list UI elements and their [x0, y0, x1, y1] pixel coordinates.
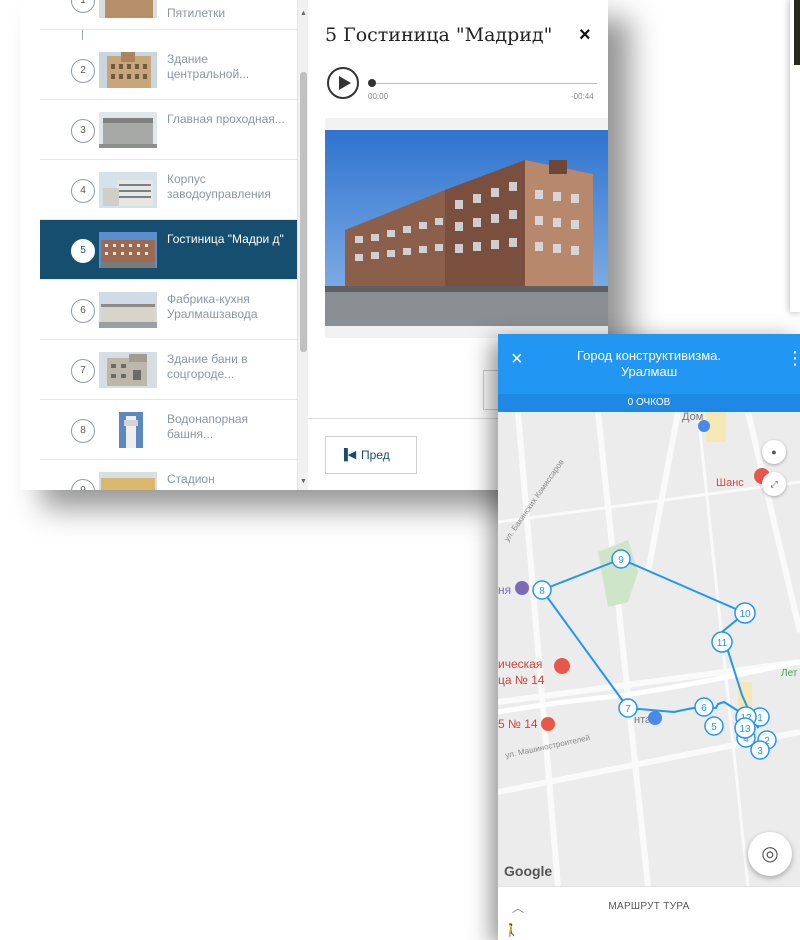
- more-menu-icon[interactable]: ⋮: [786, 348, 800, 369]
- stop-thumbnail: [99, 232, 157, 268]
- prev-button-label: Пред: [361, 448, 390, 462]
- score-badge: 0 ОЧКОВ: [498, 394, 800, 412]
- list-item-stop-4[interactable]: 4 Корпус заводоуправления: [40, 160, 297, 220]
- list-item-stop-3[interactable]: 3 Главная проходная...: [40, 100, 297, 160]
- svg-text:3: 3: [757, 746, 763, 757]
- stop-thumbnail: [99, 292, 157, 328]
- stop-number-badge: 9: [71, 479, 95, 490]
- stop-thumbnail: [99, 172, 157, 208]
- svg-text:10: 10: [739, 609, 751, 620]
- stop-thumbnail: [99, 0, 157, 18]
- stop-thumbnail: [99, 52, 157, 88]
- stop-number-badge: 8: [71, 419, 95, 443]
- list-item-stop-1[interactable]: 1 Пятилетки: [40, 0, 297, 30]
- stop-number-badge: 6: [71, 299, 95, 323]
- stop-number-badge: 2: [71, 59, 95, 83]
- stop-label: Водонапорная башня...: [167, 412, 249, 441]
- map-view[interactable]: ул. Бакинских Комиссаров ул. Машинострои…: [498, 412, 800, 886]
- audio-remaining-time: -00:44: [571, 92, 594, 101]
- stop-label: Здание центральной...: [167, 52, 250, 81]
- stop-label: Пятилетки: [167, 6, 226, 20]
- stop-number-badge: 5: [71, 239, 95, 263]
- svg-text:11: 11: [717, 638, 728, 649]
- scroll-up-arrow-icon[interactable]: ▲: [299, 10, 308, 17]
- stop-number-badge: 7: [71, 359, 95, 383]
- google-logo: Google: [504, 863, 553, 879]
- stop-list: 1 Пятилетки 2 Здание центральной... 3 Гл…: [40, 0, 298, 490]
- close-icon[interactable]: ×: [579, 24, 591, 47]
- tour-title: Город конструктивизма. Уралмаш: [576, 348, 721, 379]
- svg-text:9: 9: [618, 555, 624, 566]
- stop-label: Фабрика-кухня Уралмашзавода: [167, 292, 258, 321]
- poi-label: 5 № 14: [498, 717, 538, 731]
- poi-label: ца № 14: [498, 673, 545, 687]
- stop-label: Главная проходная...: [167, 112, 285, 126]
- poi-label: ическая: [498, 657, 542, 671]
- scroll-down-arrow-icon[interactable]: ▼: [299, 478, 308, 485]
- mobile-tour-map-window: × Город конструктивизма. Уралмаш ⋮ 0 ОЧК…: [498, 334, 800, 940]
- scrollbar-thumb[interactable]: [300, 72, 307, 352]
- stop-label: Корпус заводоуправления: [167, 172, 271, 201]
- poi-label: ня: [498, 583, 511, 597]
- list-item-stop-5[interactable]: 5 Гостиница "Мадри д": [40, 220, 297, 280]
- stop-thumbnail: [99, 352, 157, 388]
- list-item-stop-2[interactable]: 2 Здание центральной...: [40, 40, 297, 100]
- close-icon[interactable]: ×: [511, 348, 523, 371]
- compass-dot-icon[interactable]: ●: [762, 440, 786, 464]
- stop-number-badge: 4: [71, 179, 95, 203]
- prev-button[interactable]: ▐◀ Пред: [325, 436, 417, 474]
- audio-progress-bar[interactable]: [369, 83, 597, 84]
- list-scrollbar[interactable]: ▲ ▼: [298, 0, 308, 490]
- walk-icon: 🚶: [504, 923, 519, 937]
- background-window: [790, 0, 800, 312]
- fullscreen-icon[interactable]: ⤢: [762, 472, 786, 496]
- stop-photo-frame: [325, 118, 608, 338]
- list-item-stop-6[interactable]: 6 Фабрика-кухня Уралмашзавода: [40, 280, 297, 340]
- list-item-stop-7[interactable]: 7 Здание бани в соцгороде...: [40, 340, 297, 400]
- poi-label: Шанс: [716, 477, 744, 489]
- audio-current-time: 00:00: [368, 92, 389, 101]
- svg-text:5: 5: [711, 722, 717, 733]
- svg-text:1: 1: [757, 713, 763, 724]
- play-button[interactable]: [327, 67, 359, 99]
- poi-label: Лет: [781, 668, 798, 679]
- stop-label: Здание бани в соцгороде...: [167, 352, 248, 381]
- svg-text:6: 6: [701, 703, 707, 714]
- my-location-button[interactable]: ◎: [748, 832, 792, 876]
- list-item-stop-9[interactable]: 9 Стадион: [40, 460, 297, 490]
- map-canvas: ул. Бакинских Комиссаров ул. Машинострои…: [498, 412, 800, 886]
- svg-text:7: 7: [625, 704, 631, 715]
- stop-photo: [325, 130, 608, 326]
- route-bottom-sheet[interactable]: ︿ МАРШРУТ ТУРА 🚶: [498, 886, 800, 940]
- app-bar: × Город конструктивизма. Уралмаш ⋮: [498, 334, 800, 394]
- stop-thumbnail: [99, 472, 157, 490]
- stop-thumbnail: [99, 112, 157, 148]
- stop-title: 5 Гостиница "Мадрид": [325, 24, 553, 46]
- stop-label: Гостиница "Мадри д": [167, 232, 284, 246]
- svg-text:8: 8: [539, 586, 545, 597]
- skip-previous-icon: ▐◀: [340, 449, 357, 461]
- stop-number-badge: 3: [71, 119, 95, 143]
- stop-label: Стадион: [167, 472, 215, 486]
- background-image: [794, 0, 800, 65]
- svg-text:13: 13: [739, 724, 751, 735]
- route-title: МАРШРУТ ТУРА: [608, 901, 690, 912]
- stop-thumbnail: [99, 412, 157, 448]
- poi-label: Дом: [682, 412, 703, 423]
- audio-progress-handle[interactable]: [368, 79, 376, 87]
- stop-number-badge: 1: [71, 0, 95, 13]
- list-item-stop-8[interactable]: 8 Водонапорная башня...: [40, 400, 297, 460]
